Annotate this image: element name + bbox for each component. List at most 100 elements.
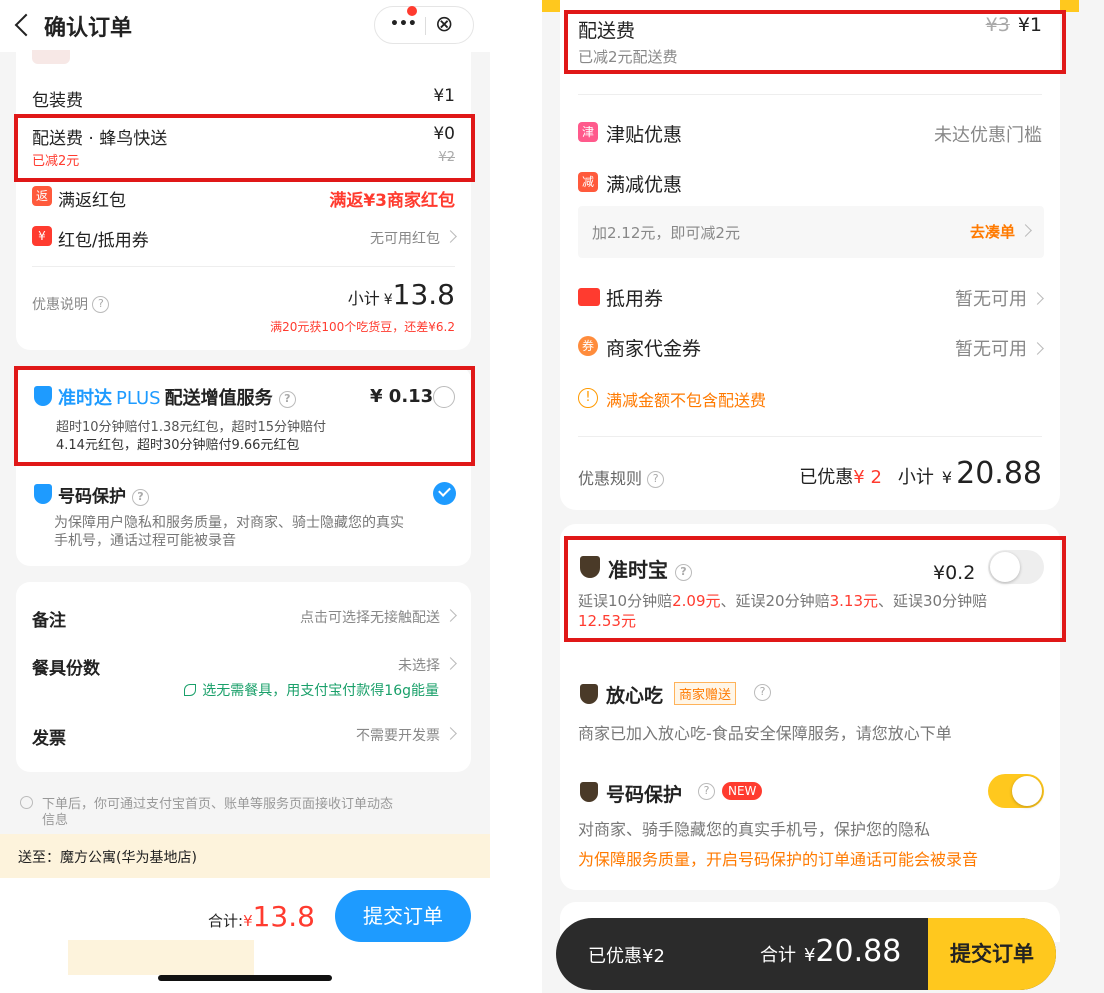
discount-rules-label: 优惠规则: [578, 469, 643, 488]
warning-text: 满减金额不包含配送费: [606, 391, 767, 410]
header-bar: 确认订单 ••• ⊗: [0, 0, 490, 52]
chevron-right-icon: [444, 609, 457, 622]
saved-summary: 已优惠¥2: [588, 946, 665, 967]
more-icon[interactable]: •••: [390, 16, 417, 32]
discount-rules[interactable]: 优惠规则 ?: [578, 465, 665, 489]
back-icon[interactable]: [14, 13, 38, 37]
left-screen: 确认订单 ••• ⊗ 包装费 ¥1 配送费 · 蜂鸟快送 ¥0 已减2元 ¥2 …: [0, 0, 490, 993]
jintie-badge-icon: 津: [578, 122, 598, 142]
total-currency: ¥: [243, 912, 253, 930]
manjian-hint-box: 加2.12元，即可减2元 去凑单: [578, 206, 1044, 258]
phone-protect-desc: 对商家、骑手隐藏您的真实手机号，保护您的隐私: [578, 820, 931, 839]
tableware-value: 未选择: [398, 658, 440, 674]
subtotal: 小计 ¥13.8: [348, 278, 455, 311]
bottom-total-currency: ¥: [804, 945, 816, 966]
chevron-right-icon: [1019, 224, 1032, 237]
jintie-label: 津贴优惠: [606, 124, 683, 146]
phone-protect-desc-line2: 手机号，通话过程可能被录音: [54, 533, 236, 549]
saved-label: 已优惠: [799, 467, 854, 488]
fangxin-title: 放心吃: [606, 685, 664, 707]
home-indicator: [158, 975, 332, 981]
fanhuan-badge-icon: 返: [32, 186, 52, 206]
add-items-link[interactable]: 去凑单: [970, 221, 1032, 242]
bottom-total: 合计 ¥20.88: [760, 934, 901, 969]
question-icon[interactable]: ?: [754, 684, 771, 701]
phone-protect-checkbox[interactable]: [433, 482, 456, 505]
packing-fee-value: ¥1: [433, 86, 455, 106]
discount-info-label: 优惠说明: [32, 297, 88, 313]
bottom-total-label: 合计: [760, 945, 796, 966]
question-icon: ?: [647, 471, 665, 488]
voucher-value: 暂无可用: [955, 289, 1027, 310]
yellow-overlay: [68, 940, 254, 975]
manjian-label: 满减优惠: [606, 174, 683, 196]
discount-info[interactable]: 优惠说明 ?: [32, 294, 110, 314]
jintie-value: 未达优惠门槛: [934, 125, 1042, 146]
tableware-row-action[interactable]: 未选择: [398, 655, 457, 675]
voucher-row-action[interactable]: 暂无可用: [955, 285, 1044, 311]
fee-card: 包装费 ¥1 配送费 · 蜂鸟快送 ¥0 已减2元 ¥2 返 满返红包 满返¥3…: [16, 50, 471, 350]
highlight-box: [564, 536, 1066, 642]
invoice-row-action[interactable]: 不需要开发票: [356, 725, 457, 745]
question-icon[interactable]: ?: [131, 489, 149, 506]
question-icon[interactable]: ?: [698, 783, 715, 800]
divider: [578, 94, 1042, 95]
divider: [578, 436, 1042, 437]
bottom-total-value: 20.88: [815, 934, 902, 969]
chevron-right-icon: [444, 727, 457, 740]
right-screen: 配送费 ¥3 ¥1 已减2元配送费 津 津贴优惠 未达优惠门槛 减 满减优惠 加2…: [542, 0, 1104, 993]
address-text: 送至：魔方公寓(华为基地店): [18, 850, 197, 866]
phone-protect-title: 号码保护: [606, 784, 683, 806]
packing-fee-label: 包装费: [32, 91, 83, 111]
saved-value: ¥ 2: [853, 467, 882, 488]
order-info-text: 下单后，你可通过支付宝首页、账单等服务页面接收订单动态: [42, 797, 394, 812]
bottom-bar: 合计:¥13.8 提交订单: [0, 878, 490, 993]
reward-note: 满20元获100个吃货豆，还差¥6.2: [270, 320, 455, 334]
subtotal-value: 13.8: [392, 278, 455, 311]
rules-summary: 已优惠¥ 2 小计 ¥20.88: [799, 456, 1042, 491]
merchant-voucher-row-action[interactable]: 暂无可用: [955, 335, 1044, 361]
order-info-text-2: 信息: [42, 813, 69, 828]
capsule-divider: [425, 17, 426, 35]
total-label: 合计:: [208, 912, 244, 930]
total-value: 13.8: [252, 900, 315, 933]
shield-icon: [580, 684, 598, 704]
invoice-label: 发票: [32, 729, 66, 749]
chevron-right-icon: [444, 657, 457, 670]
tableware-note-text: 选无需餐具，用支付宝付款得16g能量: [202, 683, 439, 699]
shield-icon: [580, 782, 598, 802]
remark-row-action[interactable]: 点击可选择无接触配送: [300, 607, 457, 627]
submit-order-button[interactable]: 提交订单: [335, 890, 471, 942]
subtotal-currency: ¥: [383, 292, 393, 308]
question-icon: ?: [92, 296, 110, 313]
leaf-icon: [184, 684, 197, 696]
capsule-menu: ••• ⊗: [374, 6, 474, 44]
voucher-label: 抵用券: [606, 288, 664, 310]
fangxin-desc: 商家已加入放心吃-食品安全保障服务，请您放心下单: [578, 724, 952, 743]
chevron-right-icon: [1031, 292, 1044, 305]
merchant-voucher-value: 暂无可用: [955, 339, 1027, 360]
coupon-label: 红包/抵用券: [58, 231, 149, 251]
tableware-label: 餐具份数: [32, 659, 100, 679]
submit-order-button[interactable]: 提交订单: [928, 918, 1056, 990]
page-title: 确认订单: [44, 16, 133, 41]
phone-protect-toggle[interactable]: [988, 774, 1044, 808]
image-placeholder: [32, 50, 70, 64]
merchant-voucher-badge-icon: 券: [578, 336, 598, 356]
highlight-box: [14, 114, 475, 182]
notification-dot: [407, 6, 417, 16]
chevron-right-icon: [1031, 342, 1044, 355]
shield-icon: [34, 484, 52, 504]
coupon-row-action[interactable]: 无可用红包: [370, 228, 457, 248]
total: 合计:¥13.8: [208, 900, 315, 933]
fanhuan-value: 满返¥3商家红包: [329, 191, 455, 211]
discount-card: 配送费 ¥3 ¥1 已减2元配送费 津 津贴优惠 未达优惠门槛 减 满减优惠 加2…: [560, 0, 1060, 510]
close-icon[interactable]: ⊗: [435, 12, 453, 37]
phone-protect-desc-line1: 为保障用户隐私和服务质量，对商家、骑士隐藏您的真实: [54, 515, 404, 531]
divider: [32, 266, 455, 267]
invoice-value: 不需要开发票: [356, 728, 440, 744]
check-icon: [438, 484, 451, 497]
manjian-hint: 加2.12元，即可减2元: [592, 224, 740, 242]
fanhuan-label: 满返红包: [58, 191, 126, 211]
toggle-knob: [1012, 776, 1042, 806]
